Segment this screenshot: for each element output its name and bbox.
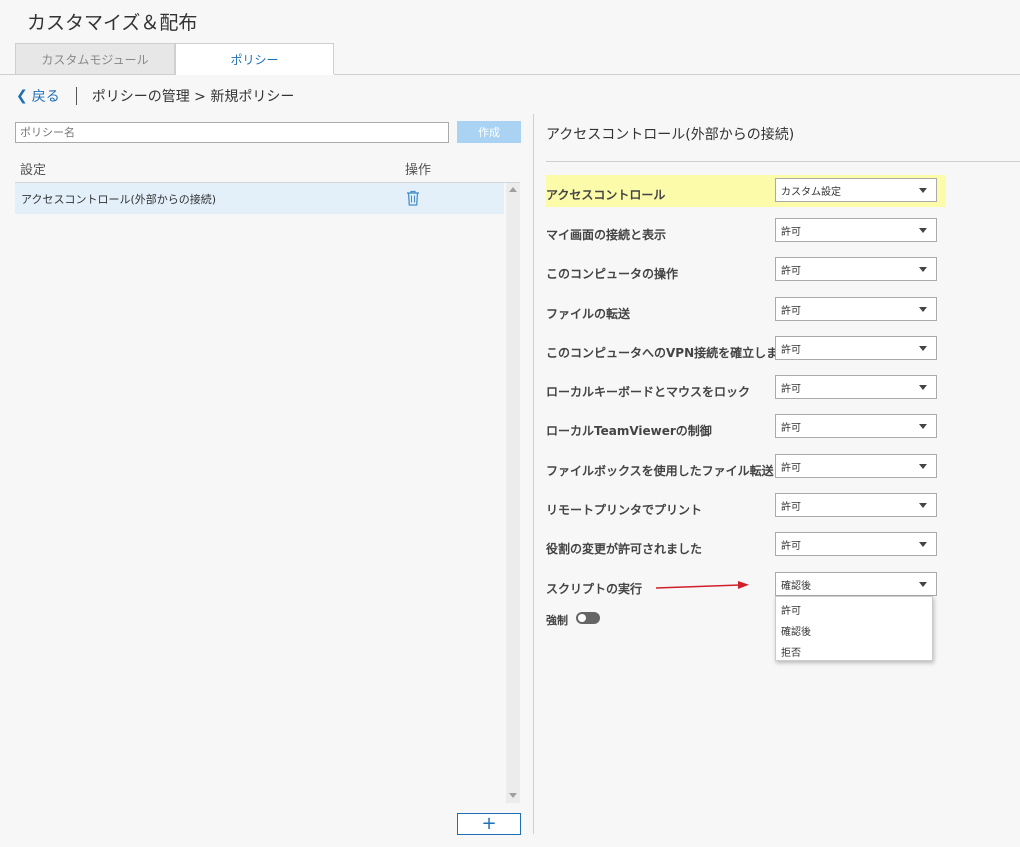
- pane-divider: [533, 114, 534, 834]
- dropdown-option-deny[interactable]: 拒否: [781, 644, 801, 659]
- breadcrumb-separator: [75, 87, 77, 105]
- lock-input-select[interactable]: 許可: [775, 375, 937, 399]
- toggle-knob: [578, 614, 586, 622]
- dropdown-option-allow[interactable]: 許可: [781, 602, 801, 617]
- setting-label-filebox: ファイルボックスを使用したファイル転送: [546, 464, 774, 478]
- remote-print-select[interactable]: 許可: [775, 493, 937, 517]
- back-link[interactable]: ❮ 戻る: [16, 86, 60, 106]
- page-title: カスタマイズ＆配布: [27, 12, 198, 34]
- settings-list: アクセスコントロール(外部からの接続): [15, 183, 506, 803]
- chevron-down-icon: [919, 542, 927, 547]
- filebox-select[interactable]: 許可: [775, 454, 937, 478]
- role-change-select[interactable]: 許可: [775, 532, 937, 556]
- trash-icon[interactable]: [406, 190, 420, 206]
- remote-control-select[interactable]: 許可: [775, 257, 937, 281]
- policy-name-input[interactable]: [15, 122, 449, 143]
- list-item-label: アクセスコントロール(外部からの接続): [21, 192, 217, 206]
- setting-label-lock-input: ローカルキーボードとマウスをロック: [546, 385, 751, 399]
- column-header-action: 操作: [405, 163, 432, 178]
- column-header-setting: 設定: [20, 163, 47, 178]
- local-teamviewer-select[interactable]: 許可: [775, 414, 937, 438]
- chevron-down-icon: [919, 346, 927, 351]
- force-toggle[interactable]: [576, 612, 600, 624]
- setting-label-view-screen: マイ画面の接続と表示: [546, 228, 667, 242]
- back-label: 戻る: [31, 89, 60, 105]
- setting-label-local-teamviewer: ローカルTeamViewerの制御: [546, 424, 712, 438]
- breadcrumb-path: ポリシーの管理 > 新規ポリシー: [91, 89, 295, 105]
- setting-label-run-script: スクリプトの実行: [546, 582, 643, 596]
- tab-divider: [0, 74, 1020, 75]
- chevron-down-icon: [919, 464, 927, 469]
- section-title: アクセスコントロール(外部からの接続): [546, 127, 795, 143]
- dropdown-option-after-confirm[interactable]: 確認後: [781, 623, 811, 638]
- list-item[interactable]: アクセスコントロール(外部からの接続): [15, 183, 504, 214]
- vpn-select[interactable]: 許可: [775, 336, 937, 360]
- view-screen-select[interactable]: 許可: [775, 218, 937, 242]
- setting-label-role-change: 役割の変更が許可されました: [546, 542, 703, 556]
- chevron-down-icon: [919, 503, 927, 508]
- run-script-select[interactable]: 確認後: [775, 572, 937, 596]
- chevron-down-icon: [919, 188, 927, 193]
- chevron-down-icon: [919, 582, 927, 587]
- access-control-select[interactable]: カスタム設定: [775, 178, 937, 202]
- run-script-dropdown-menu: 許可 確認後 拒否: [775, 596, 933, 661]
- add-setting-button[interactable]: +: [457, 813, 521, 835]
- setting-label-remote-control: このコンピュータの操作: [546, 267, 679, 281]
- scroll-up-icon[interactable]: [509, 187, 517, 192]
- chevron-down-icon: [919, 385, 927, 390]
- create-button[interactable]: 作成: [457, 121, 521, 143]
- scroll-down-icon[interactable]: [509, 793, 517, 798]
- chevron-down-icon: [919, 228, 927, 233]
- list-scrollbar[interactable]: [506, 183, 520, 803]
- chevron-down-icon: [919, 424, 927, 429]
- setting-label-file-transfer: ファイルの転送: [546, 307, 631, 321]
- setting-label-access-control: アクセスコントロール: [546, 188, 666, 202]
- tab-policy[interactable]: ポリシー: [175, 43, 334, 75]
- red-arrow-annotation: [656, 581, 749, 589]
- tab-bar: カスタムモジュール ポリシー: [15, 43, 334, 75]
- file-transfer-select[interactable]: 許可: [775, 297, 937, 321]
- breadcrumb: ❮ 戻る ポリシーの管理 > 新規ポリシー: [16, 86, 294, 106]
- setting-label-vpn: このコンピュータへのVPN接続を確立します: [546, 346, 791, 360]
- chevron-down-icon: [919, 307, 927, 312]
- chevron-left-icon: ❮: [16, 88, 28, 104]
- tab-custom-modules[interactable]: カスタムモジュール: [15, 43, 175, 75]
- force-label: 強制: [546, 614, 568, 627]
- setting-label-remote-print: リモートプリンタでプリント: [546, 503, 703, 517]
- chevron-down-icon: [919, 267, 927, 272]
